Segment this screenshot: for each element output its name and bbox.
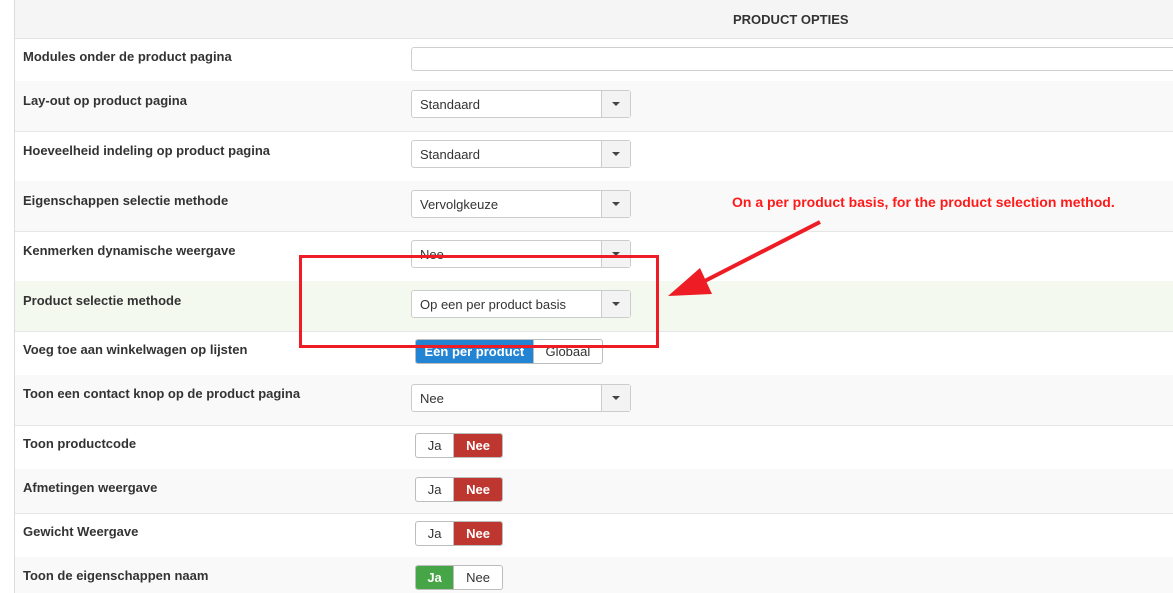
- arrow-head: [668, 268, 712, 296]
- annotation-arrow-icon: [668, 220, 821, 296]
- arrow-shaft: [694, 220, 821, 288]
